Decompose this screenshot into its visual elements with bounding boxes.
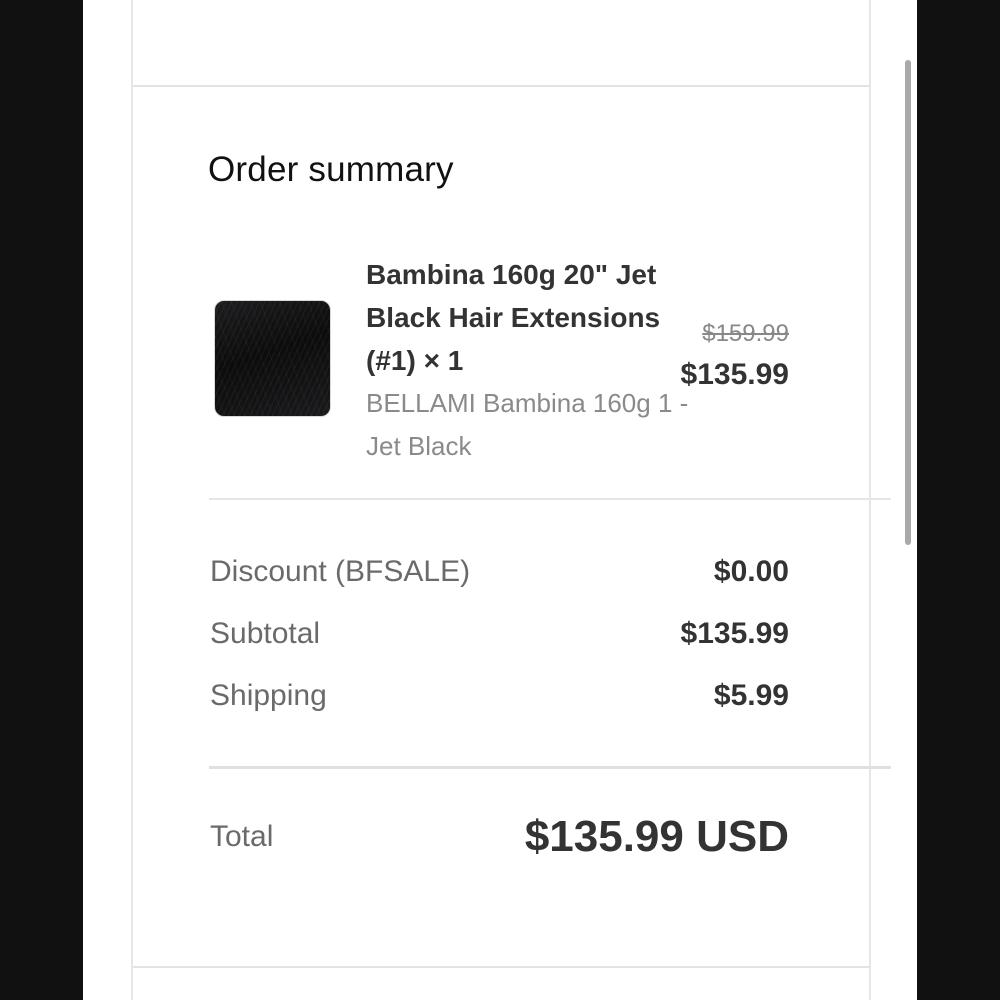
discount-label: Discount (BFSALE) — [210, 555, 471, 588]
checkout-screen: Order summary Bambina 160g 20" Jet Black… — [83, 0, 917, 1000]
subtotal-label: Subtotal — [210, 617, 321, 650]
product-thumbnail — [214, 300, 331, 417]
total-value: $135.99 USD — [524, 812, 789, 861]
section-divider-bottom — [133, 966, 869, 968]
shipping-value: $5.99 — [713, 679, 789, 712]
product-variant: BELLAMI Bambina 160g 1 - Jet Black — [366, 388, 689, 461]
section-divider-top — [133, 85, 869, 87]
totals-divider — [209, 766, 891, 769]
shipping-label: Shipping — [210, 679, 327, 712]
subtotal-value: $135.99 — [680, 617, 789, 650]
total-label: Total — [210, 820, 274, 853]
scrollbar-thumb[interactable] — [905, 60, 911, 545]
product-name: Bambina 160g 20" Jet Black Hair Extensio… — [366, 259, 661, 376]
sale-price: $135.99 — [680, 358, 789, 391]
original-price: $159.99 — [702, 320, 789, 347]
order-summary-card: Order summary Bambina 160g 20" Jet Black… — [131, 0, 891, 1000]
discount-value: $0.00 — [713, 555, 789, 588]
item-divider — [209, 498, 891, 500]
order-summary-heading: Order summary — [208, 150, 454, 189]
